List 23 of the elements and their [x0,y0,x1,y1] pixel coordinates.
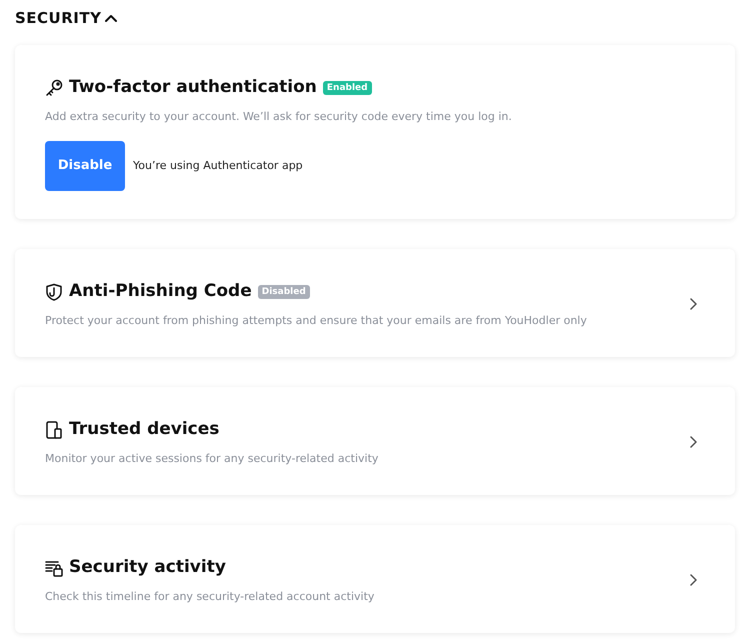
disable-button[interactable]: Disable [45,141,125,191]
card-title: Anti-Phishing Code [69,280,252,303]
section-title: SECURITY [15,8,102,29]
chevron-right-icon [689,436,697,448]
card-description: Protect your account from phishing attempts and ensure that your emails are from YouHodler only [45,312,588,328]
status-badge: Enabled [322,80,372,95]
status-note: You’re using Authenticator app [133,158,303,174]
security-card[interactable]: Anti-Phishing Code Disabled Protect your account from phishing attempts and ensure that your emails are from YouHodler only [15,249,735,357]
status-badge: Disabled [258,284,310,299]
shield-icon [45,282,63,301]
card-title: Trusted devices [69,418,220,441]
card-description: Add extra security to your account. We’ll ask for security code every time you log in. [45,108,513,124]
security-card[interactable]: Trusted devices Monitor your active sessions for any security-related activity [15,387,735,495]
card-title: Security activity [69,556,226,579]
chevron-right-icon [689,574,697,586]
security-card[interactable]: Security activity Check this timeline for any security-related account activity [15,525,735,633]
chevron-right-icon [689,298,697,310]
devices-icon [45,420,63,439]
key-icon [45,78,63,97]
activity-lock-icon [45,558,63,577]
card-description: Monitor your active sessions for any security-related activity [45,450,380,466]
card-title: Two-factor authentication [69,76,317,99]
card-description: Check this timeline for any security-related account activity [45,588,376,604]
